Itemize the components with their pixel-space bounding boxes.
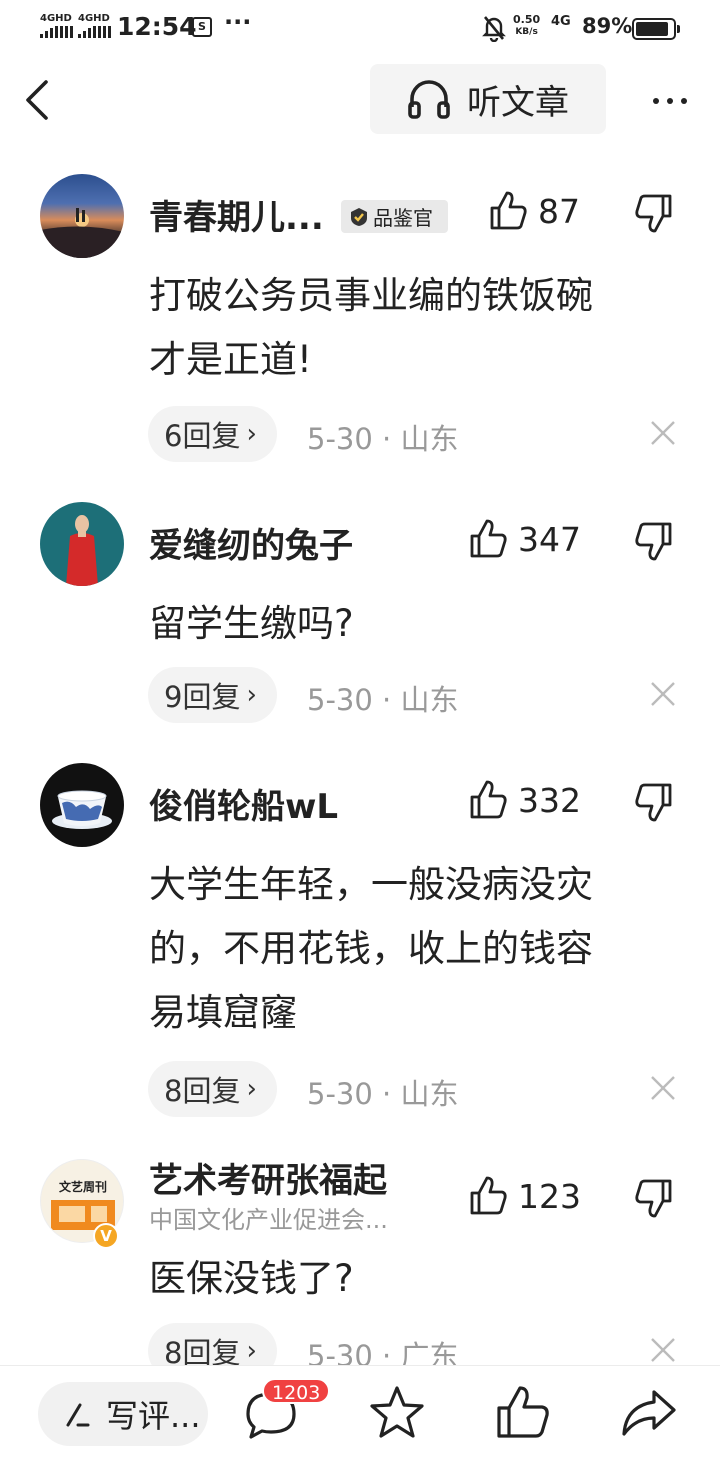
signal-icon — [78, 26, 111, 38]
listen-article-button[interactable]: 听文章 — [370, 64, 606, 134]
comment-meta: 5-30 · 广东 — [307, 1339, 459, 1365]
chevron-right-icon: › — [246, 680, 257, 710]
status-time: 12:54 — [117, 12, 197, 41]
thumbs-down-icon[interactable] — [634, 192, 674, 236]
thumbs-up-icon — [470, 1176, 507, 1215]
comment-meta: 5-30 · 山东 — [307, 1077, 459, 1111]
comment-text-line: 的，不用花钱，收上的钱容 — [149, 927, 593, 970]
network-type: 4G — [551, 14, 571, 29]
pen-icon — [66, 1403, 90, 1427]
comment-text: 留学生缴吗? — [149, 592, 669, 656]
sim1-label: 4GHD — [40, 13, 72, 24]
battery-icon — [632, 18, 680, 40]
avatar-image — [66, 515, 98, 586]
reviewer-badge: 品鉴官 — [341, 200, 448, 233]
avatar-image — [52, 790, 112, 829]
comment-text: 医保没钱了? — [149, 1247, 669, 1311]
mute-bell-icon — [482, 16, 506, 42]
comment-text: 打破公务员事业编的铁饭碗 才是正道! — [149, 264, 669, 392]
back-arrow-icon[interactable] — [18, 74, 62, 126]
replies-label: 8回复 — [164, 1074, 241, 1108]
comment-username[interactable]: 俊俏轮船wL — [149, 779, 338, 828]
like-button[interactable]: 87 — [488, 190, 580, 232]
comment-text-line: 大学生年轻，一般没病没灾 — [149, 863, 593, 906]
signal-icon — [40, 26, 73, 38]
comment-text-line: 打破公务员事业编的铁饭碗 — [149, 274, 593, 317]
like-count: 332 — [518, 780, 581, 820]
like-button[interactable]: 347 — [468, 518, 581, 560]
like-button[interactable]: 332 — [468, 779, 581, 821]
battery-percent: 89% — [582, 14, 633, 38]
sim2-label: 4GHD — [78, 13, 110, 24]
sim-icon: S — [192, 17, 212, 37]
comment-username[interactable]: 爱缝纫的兔子 — [149, 518, 353, 567]
close-icon[interactable] — [650, 420, 676, 446]
thumbs-down-icon[interactable] — [634, 781, 674, 825]
net-speed-value: 0.50 — [513, 13, 541, 26]
thumbs-up-icon — [470, 780, 507, 819]
thumbs-down-icon[interactable] — [634, 1177, 674, 1221]
comment-meta: 5-30 · 山东 — [307, 422, 459, 456]
replies-button[interactable]: 8回复 › — [148, 1061, 277, 1117]
bottom-toolbar: 写评... 1203 — [0, 1365, 720, 1460]
user-subtitle: 中国文化产业促进会... — [149, 1206, 388, 1234]
chevron-right-icon: › — [246, 419, 257, 449]
write-comment-input[interactable]: 写评... — [38, 1382, 208, 1446]
replies-button[interactable]: 8回复 › — [148, 1323, 277, 1365]
chevron-right-icon: › — [246, 1336, 257, 1365]
avatar[interactable] — [40, 763, 124, 847]
avatar[interactable] — [40, 174, 124, 258]
comment-username[interactable]: 艺术考研张福起 — [149, 1153, 387, 1202]
replies-label: 8回复 — [164, 1336, 241, 1365]
replies-label: 6回复 — [164, 419, 241, 453]
star-icon[interactable] — [366, 1382, 428, 1444]
comment-text: 大学生年轻，一般没病没灾 的，不用花钱，收上的钱容 易填窟窿 — [149, 853, 669, 1045]
share-icon[interactable] — [618, 1382, 680, 1444]
like-button[interactable]: 123 — [468, 1175, 581, 1217]
comment-list[interactable]: 青春期儿... 品鉴官 87 打破公务员事业编的铁饭碗 才是正道! 6回复 › … — [0, 160, 720, 1365]
status-more: ··· — [224, 8, 252, 36]
comment-text-line: 医保没钱了? — [149, 1257, 354, 1300]
status-bar: 4GHD 4GHD 12:54 S ··· 0.50 KB/s 4G 89% — [0, 0, 720, 56]
badge-check-icon — [351, 207, 367, 226]
comment-username[interactable]: 青春期儿... — [149, 190, 324, 239]
comment-text-line: 才是正道! — [149, 338, 312, 381]
net-speed-unit: KB/s — [515, 27, 538, 37]
thumbs-up-icon — [470, 519, 507, 558]
thumbs-down-icon[interactable] — [634, 520, 674, 564]
replies-label: 9回复 — [164, 680, 241, 714]
thumbs-up-icon[interactable] — [492, 1382, 554, 1444]
thumbs-up-icon — [490, 191, 527, 230]
headphones-icon — [408, 80, 450, 119]
badge-label: 品鉴官 — [373, 206, 433, 230]
comment-text-line: 留学生缴吗? — [149, 602, 354, 645]
comment-count-badge: 1203 — [262, 1378, 331, 1404]
verified-badge-icon: V — [93, 1223, 119, 1249]
avatar-logo-text: 文艺周刊 — [58, 1180, 107, 1194]
header: 听文章 — [0, 56, 720, 146]
close-icon[interactable] — [650, 1337, 676, 1363]
chevron-right-icon: › — [246, 1074, 257, 1104]
close-icon[interactable] — [650, 681, 676, 707]
write-comment-label: 写评... — [106, 1397, 201, 1435]
more-dots-icon[interactable] — [640, 76, 700, 126]
avatar-image — [40, 208, 124, 258]
comment-text-line: 易填窟窿 — [149, 991, 297, 1034]
close-icon[interactable] — [650, 1075, 676, 1101]
replies-button[interactable]: 6回复 › — [148, 406, 277, 462]
like-count: 123 — [518, 1176, 581, 1216]
comment-meta: 5-30 · 山东 — [307, 683, 459, 717]
net-speed: 0.50 KB/s — [513, 14, 540, 38]
replies-button[interactable]: 9回复 › — [148, 667, 277, 723]
listen-label: 听文章 — [467, 82, 569, 123]
avatar[interactable] — [40, 502, 124, 586]
like-count: 87 — [538, 191, 580, 231]
like-count: 347 — [518, 519, 581, 559]
